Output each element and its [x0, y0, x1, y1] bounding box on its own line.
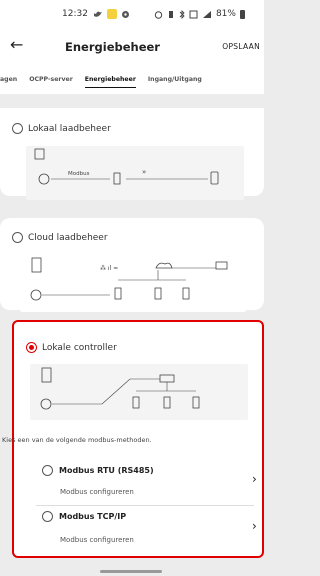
status-right-icons: 81%	[154, 9, 245, 19]
chevron-right-icon[interactable]: ›	[252, 472, 257, 486]
modbus-rtu-row[interactable]: Modbus RTU (RS485)	[42, 465, 154, 476]
house-icon	[34, 148, 45, 160]
gesture-nav-bar[interactable]	[100, 570, 162, 573]
house-icon	[31, 257, 42, 273]
option-card-controller[interactable]: Lokale controller Kies een van de volgen…	[2, 320, 264, 558]
radio-cloud[interactable]	[12, 232, 23, 243]
charger-icon	[113, 172, 121, 185]
modbus-rtu-title: Modbus RTU (RS485)	[59, 466, 154, 475]
divider	[36, 505, 254, 506]
radio-local[interactable]	[12, 123, 23, 134]
twitter-icon	[93, 11, 102, 17]
option-cloud-label: Cloud laadbeheer	[28, 232, 108, 243]
radio-modbus-rtu[interactable]	[42, 465, 53, 476]
diagram-local: Modbus »	[26, 146, 244, 200]
diagram-cloud-graphic: ⁂ ıl ≈	[30, 257, 228, 301]
controller-icon	[159, 374, 175, 383]
page-title: Energiebeheer	[65, 40, 160, 54]
charger-icon	[163, 396, 171, 409]
bluetooth-diagram-icon: »	[142, 168, 146, 176]
tab-energiebeheer[interactable]: Energiebeheer	[79, 66, 142, 94]
modbus-rtu-subtitle: Modbus configureren	[60, 488, 134, 496]
option-local-row[interactable]: Lokaal laadbeheer	[12, 123, 111, 134]
diagram-cloud: ⁂ ıl ≈	[20, 256, 246, 312]
charger-icon	[182, 287, 190, 300]
tab-bar: agen OCPP-server Energiebeheer Ingang/Ui…	[0, 66, 264, 94]
modbus-tcp-title: Modbus TCP/IP	[59, 512, 127, 521]
notification-app-icon	[106, 9, 117, 19]
meter-icon	[38, 173, 50, 185]
modbus-tcp-row[interactable]: Modbus TCP/IP	[42, 511, 126, 522]
laptop-icon	[215, 261, 228, 270]
modbus-help-text: Kies een van de volgende modbus-methoden…	[2, 436, 152, 444]
vibrate-icon	[168, 10, 173, 18]
option-local-label: Lokaal laadbeheer	[28, 123, 111, 134]
option-card-cloud[interactable]: Cloud laadbeheer ⁂ ıl ≈	[0, 218, 264, 312]
save-button[interactable]: OPSLAAN	[222, 42, 260, 51]
option-controller-label: Lokale controller	[42, 342, 117, 353]
alarm-icon	[154, 10, 163, 19]
phone-icon	[210, 171, 219, 185]
bluetooth-icon	[179, 9, 185, 19]
data-icon	[189, 10, 198, 18]
signal-icon	[202, 10, 211, 18]
meter-icon	[30, 289, 42, 301]
radio-modbus-tcp[interactable]	[42, 511, 53, 522]
status-bar: 12:32 81%	[0, 0, 264, 28]
tab-ocpp-server[interactable]: OCPP-server	[23, 66, 79, 94]
charger-icon	[154, 287, 162, 300]
battery-percent: 81%	[215, 9, 236, 19]
chevron-right-icon[interactable]: ›	[252, 519, 257, 533]
charger-icon	[114, 287, 122, 300]
option-card-local[interactable]: Lokaal laadbeheer Modbus »	[0, 108, 264, 200]
diagram-local-graphic: Modbus »	[34, 148, 219, 185]
settings-icon	[121, 10, 129, 18]
meter-icon	[40, 398, 52, 410]
tab-partial[interactable]: agen	[0, 66, 23, 94]
house-icon	[41, 367, 52, 383]
battery-icon	[239, 9, 245, 19]
status-left-icons	[93, 9, 134, 19]
option-controller-row[interactable]: Lokale controller	[26, 342, 117, 353]
cloud-icon	[155, 262, 173, 269]
back-arrow-icon[interactable]: ←	[10, 37, 23, 53]
tab-ingang-uitgang[interactable]: Ingang/Uitgang	[142, 66, 208, 94]
charger-icon	[132, 396, 140, 409]
modbus-tcp-subtitle: Modbus configureren	[60, 536, 134, 544]
diagram-controller	[30, 364, 248, 420]
status-time: 12:32	[62, 9, 88, 19]
diagram-controller-graphic	[40, 367, 200, 410]
radio-controller[interactable]	[26, 342, 37, 353]
network-icon: ⁂ ıl ≈	[100, 265, 118, 272]
app-header: ← Energiebeheer OPSLAAN	[0, 28, 264, 66]
diagram-modbus-text: Modbus	[68, 171, 90, 177]
charger-icon	[192, 396, 200, 409]
option-cloud-row[interactable]: Cloud laadbeheer	[12, 232, 108, 243]
